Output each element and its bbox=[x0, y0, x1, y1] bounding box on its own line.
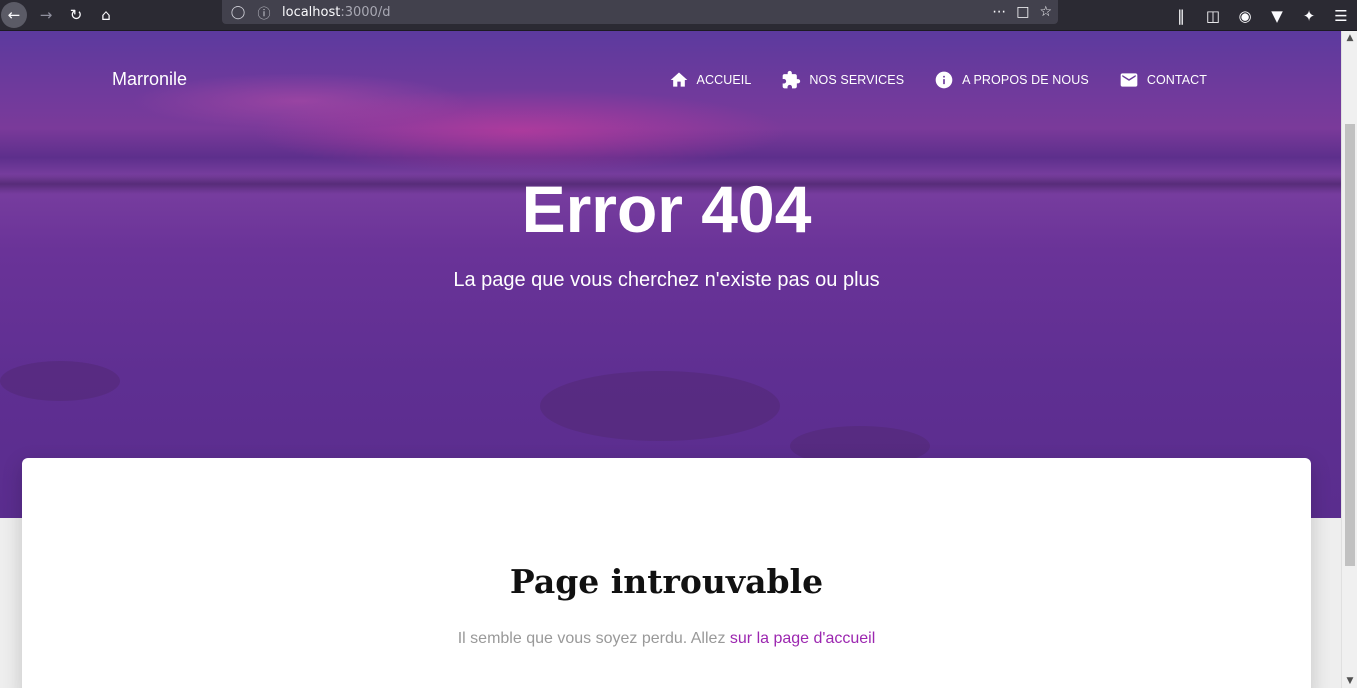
nav-item-accueil[interactable]: ACCUEIL bbox=[669, 70, 752, 90]
card-text-prefix: Il semble que vous soyez perdu. Allez bbox=[457, 630, 730, 647]
url-path: :3000/d bbox=[340, 4, 391, 20]
site-brand[interactable]: Marronile bbox=[112, 69, 187, 90]
back-button[interactable]: ← bbox=[1, 2, 27, 28]
nav-label: ACCUEIL bbox=[696, 73, 752, 87]
sidebar-icon[interactable]: ◫ bbox=[1197, 3, 1229, 29]
puzzle-icon bbox=[783, 70, 801, 89]
browser-toolbar: ← → ↻ ⌂ ◯ ⓘ localhost:3000/d ⋯ □ ☆ ‖ ◫ ◉… bbox=[0, 0, 1357, 31]
nav-label: CONTACT bbox=[1146, 73, 1207, 87]
library-icon[interactable]: ‖ bbox=[1165, 3, 1197, 29]
nav-label: NOS SERVICES bbox=[809, 73, 905, 87]
forward-button[interactable]: → bbox=[31, 2, 61, 28]
homepage-link[interactable]: sur la page d'accueil bbox=[730, 630, 875, 647]
url-host: localhost bbox=[282, 4, 341, 20]
hero-banner: Marronile ACCUEIL NOS SERVICES A PROPOS … bbox=[0, 31, 1341, 518]
nav-item-a-propos[interactable]: A PROPOS DE NOUS bbox=[934, 70, 1089, 90]
card-title: Page introuvable bbox=[509, 562, 824, 601]
url-text[interactable]: localhost:3000/d bbox=[274, 5, 390, 20]
bookmark-star-icon[interactable]: ☆ bbox=[1039, 4, 1052, 20]
page-scrollbar[interactable]: ▲ ▼ bbox=[1341, 31, 1357, 688]
home-button[interactable]: ⌂ bbox=[91, 2, 121, 28]
nav-item-nos-services[interactable]: NOS SERVICES bbox=[781, 70, 904, 90]
hero-subtitle: La page que vous cherchez n'existe pas o… bbox=[453, 269, 880, 291]
reload-button[interactable]: ↻ bbox=[61, 2, 91, 28]
card-text: Il semble que vous soyez perdu. Allez su… bbox=[22, 630, 1311, 648]
extension-v-icon[interactable]: ▼ bbox=[1261, 3, 1293, 29]
scroll-up-arrow-icon[interactable]: ▲ bbox=[1342, 31, 1357, 45]
page-viewport: Marronile ACCUEIL NOS SERVICES A PROPOS … bbox=[0, 31, 1341, 688]
nav-item-contact[interactable]: CONTACT bbox=[1119, 70, 1207, 90]
nav-label: A PROPOS DE NOUS bbox=[962, 73, 1089, 87]
tracking-shield-icon[interactable]: ◯ bbox=[228, 5, 248, 20]
page-actions-icon[interactable]: ⋯ bbox=[992, 4, 1006, 20]
hero-title: Error 404 bbox=[521, 172, 812, 246]
extensions-icon[interactable]: ✦ bbox=[1293, 3, 1325, 29]
account-icon[interactable]: ◉ bbox=[1229, 3, 1261, 29]
info-icon bbox=[935, 71, 953, 89]
content-card: Page introuvable Il semble que vous soye… bbox=[22, 458, 1311, 688]
menu-icon[interactable]: ☰ bbox=[1325, 3, 1357, 29]
pocket-icon[interactable]: □ bbox=[1016, 4, 1029, 20]
hero-rock bbox=[540, 371, 780, 441]
site-info-icon[interactable]: ⓘ bbox=[254, 3, 274, 22]
main-nav: ACCUEIL NOS SERVICES A PROPOS DE NOUS CO… bbox=[669, 70, 1207, 90]
url-bar[interactable]: ◯ ⓘ localhost:3000/d ⋯ □ ☆ bbox=[222, 0, 1058, 24]
scrollbar-thumb[interactable] bbox=[1345, 124, 1355, 566]
home-icon bbox=[670, 72, 687, 87]
hero-rock bbox=[0, 361, 120, 401]
mail-icon bbox=[1120, 73, 1138, 87]
scroll-down-arrow-icon[interactable]: ▼ bbox=[1342, 674, 1357, 688]
